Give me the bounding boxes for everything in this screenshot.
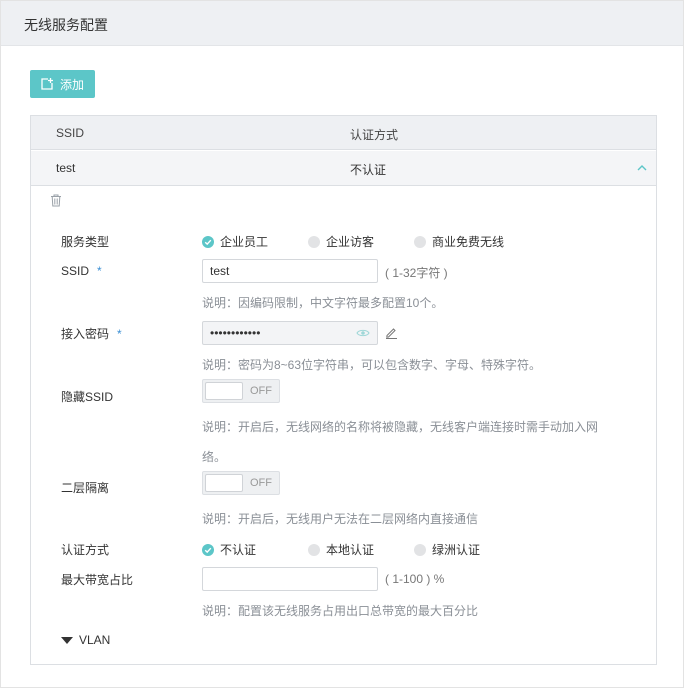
radio-service-employee[interactable]: 企业员工 <box>202 233 268 250</box>
table-header: SSID 认证方式 <box>31 116 656 150</box>
radio-label: 商业免费无线 <box>432 235 505 249</box>
radio-unchecked-icon <box>414 235 426 248</box>
bandwidth-input[interactable] <box>202 567 378 591</box>
hide-ssid-description-line1: 说明：开启后，无线网络的名称将被隐藏，无线客户端连接时需手动加入网 <box>202 420 599 434</box>
radio-auth-oasis[interactable]: 绿洲认证 <box>414 541 480 558</box>
bandwidth-description: 说明：配置该无线服务占用出口总带宽的最大百分比 <box>202 604 479 618</box>
caret-down-icon <box>61 636 73 644</box>
add-icon <box>41 78 53 90</box>
password-value: •••••••••••• <box>210 326 261 340</box>
auth-method-label: 认证方式 <box>61 543 110 557</box>
add-button[interactable]: 添加 <box>30 70 95 98</box>
radio-label: 不认证 <box>220 543 257 557</box>
hide-ssid-description-line2: 络。 <box>202 450 227 464</box>
column-header-ssid: SSID <box>56 126 85 140</box>
password-description: 说明：密码为8~63位字符串，可以包含数字、字母、特殊字符。 <box>202 358 542 372</box>
ssid-input[interactable]: test <box>202 259 378 283</box>
radio-label: 企业访客 <box>326 235 375 249</box>
chevron-up-icon[interactable] <box>635 161 649 175</box>
radio-unchecked-icon <box>308 235 320 248</box>
radio-auth-local[interactable]: 本地认证 <box>308 541 374 558</box>
isolation-toggle[interactable]: OFF <box>202 471 280 495</box>
radio-unchecked-icon <box>308 543 320 556</box>
column-header-auth: 认证方式 <box>350 128 399 142</box>
ssid-length-hint: ( 1-32字符 ) <box>385 266 448 280</box>
isolation-description: 说明：开启后，无线用户无法在二层网络内直接通信 <box>202 512 479 526</box>
radio-service-commercial[interactable]: 商业免费无线 <box>414 233 504 250</box>
row-auth: 不认证 <box>350 163 387 177</box>
radio-checked-icon <box>202 543 214 556</box>
vlan-label: VLAN <box>79 633 111 647</box>
toggle-state: OFF <box>250 385 272 397</box>
trash-icon[interactable] <box>50 194 62 207</box>
service-type-label: 服务类型 <box>61 235 110 249</box>
required-mark: * <box>97 264 102 278</box>
radio-label: 企业员工 <box>220 235 269 249</box>
password-input[interactable]: •••••••••••• <box>202 321 378 345</box>
wireless-service-config-panel: 无线服务配置 添加 SSID 认证方式 test 不认证 服务类型 企业员工 企… <box>0 0 684 688</box>
vlan-expander[interactable]: VLAN <box>61 633 110 647</box>
bandwidth-range-hint: ( 1-100 ) % <box>385 572 445 586</box>
ssid-label: SSID * <box>61 264 102 278</box>
eye-icon[interactable] <box>356 327 370 342</box>
radio-unchecked-icon <box>414 543 426 556</box>
radio-checked-icon <box>202 235 214 248</box>
hide-ssid-toggle[interactable]: OFF <box>202 379 280 403</box>
toggle-state: OFF <box>250 477 272 489</box>
radio-label: 本地认证 <box>326 543 375 557</box>
password-label: 接入密码 * <box>61 327 122 341</box>
radio-service-guest[interactable]: 企业访客 <box>308 233 374 250</box>
isolation-label: 二层隔离 <box>61 481 110 495</box>
page-title: 无线服务配置 <box>24 17 108 33</box>
bandwidth-label: 最大带宽占比 <box>61 573 134 587</box>
table-row[interactable]: test 不认证 <box>31 151 656 186</box>
radio-label: 绿洲认证 <box>432 543 481 557</box>
ssid-description: 说明：因编码限制，中文字符最多配置10个。 <box>202 296 444 310</box>
radio-auth-none[interactable]: 不认证 <box>202 541 256 558</box>
toggle-knob <box>205 382 243 400</box>
required-mark: * <box>117 327 122 341</box>
toggle-knob <box>205 474 243 492</box>
edit-pencil-icon[interactable] <box>385 326 398 342</box>
add-button-label: 添加 <box>60 77 85 92</box>
hide-ssid-label: 隐藏SSID <box>61 390 114 404</box>
row-ssid: test <box>56 161 76 175</box>
panel-header: 无线服务配置 <box>1 1 683 46</box>
